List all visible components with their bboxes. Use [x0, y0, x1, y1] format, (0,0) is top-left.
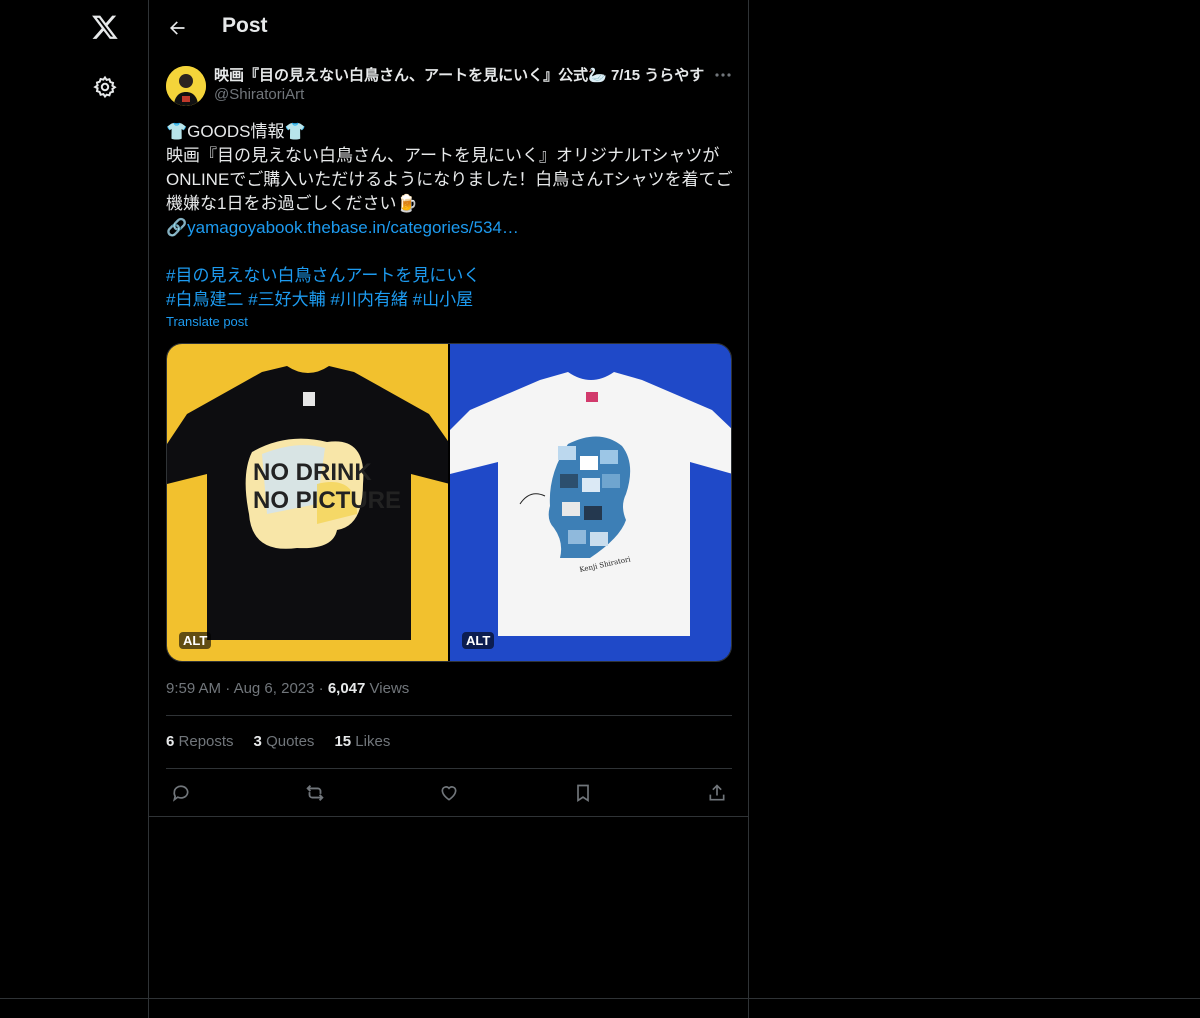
stat-count: 6 — [166, 733, 175, 750]
author-name[interactable]: 映画『目の見えない白鳥さん、アートを見にいく』公式🦢 7/15 うらやす — [214, 64, 704, 85]
hashtag[interactable]: #三好大輔 — [248, 290, 325, 309]
post-detail-column: Post 映画『目の見えない白鳥さん、アートを見にいく』公式🦢 7/15 うらや… — [149, 0, 749, 1018]
header: Post — [149, 0, 749, 56]
bookmark-button[interactable] — [570, 780, 596, 806]
post-text-line: 👕GOODS情報👕 — [166, 122, 306, 141]
stat-count: 3 — [253, 733, 262, 750]
alt-badge[interactable]: ALT — [462, 632, 495, 649]
left-rail — [0, 0, 149, 1018]
post-time[interactable]: 9:59 AM — [166, 680, 221, 697]
more-options-button[interactable] — [707, 64, 739, 86]
link-line: 🔗yamagoyabook.thebase.in/categories/534… — [166, 216, 732, 240]
author-handle[interactable]: @ShiratoriArt — [214, 86, 304, 103]
stat-count: 15 — [334, 733, 352, 750]
divider — [149, 816, 749, 817]
hashtag[interactable]: #山小屋 — [413, 290, 473, 309]
like-button[interactable] — [436, 780, 462, 806]
arrow-left-icon — [170, 21, 185, 35]
bottom-border — [0, 998, 1200, 999]
hashtag[interactable]: #白鳥建二 — [166, 290, 243, 309]
x-logo-icon[interactable] — [90, 12, 120, 42]
avatar[interactable] — [166, 66, 206, 106]
share-button[interactable] — [704, 780, 730, 806]
post-stats: 6 Reposts 3 Quotes 15 Likes — [166, 733, 390, 750]
media-image-white-shirt[interactable]: Kenji Shiratori ALT — [448, 344, 731, 661]
hashtag[interactable]: #目の見えない白鳥さんアートを見にいく — [166, 266, 480, 285]
post-text-line: ONLINEでご購入いただけるようになりました！白鳥さんTシャツを着てご — [166, 170, 733, 189]
post-date[interactable]: Aug 6, 2023 — [234, 680, 315, 697]
post-text: 👕GOODS情報👕 映画『目の見えない白鳥さん、アートを見にいく』オリジナルTシ… — [166, 120, 733, 312]
shirt-text: NO PICTURE — [253, 487, 401, 514]
hashtag[interactable]: #川内有緒 — [330, 290, 407, 309]
post-text-line: 機嫌な1日をお過ごしください🍺 — [166, 194, 418, 213]
stat-label: Quotes — [266, 733, 315, 750]
translate-post-link[interactable]: Translate post — [166, 314, 248, 329]
gear-icon[interactable] — [90, 72, 120, 102]
like-icon — [441, 786, 457, 801]
repost-icon — [306, 785, 324, 801]
divider — [166, 768, 732, 769]
back-button[interactable] — [161, 12, 193, 44]
post-link[interactable]: yamagoyabook.thebase.in/categories/534… — [187, 218, 519, 237]
likes-stat[interactable]: 15 Likes — [334, 733, 390, 750]
alt-badge[interactable]: ALT — [179, 632, 212, 649]
media-grid: NO DRINK NO PICTURE ALT Kenji Shiratori … — [166, 343, 732, 662]
meta-separator: · — [318, 680, 324, 697]
views-count: 6,047 — [327, 680, 366, 697]
hashtag-line: #白鳥建二 #三好大輔 #川内有緒 #山小屋 — [166, 288, 732, 312]
share-icon — [709, 784, 725, 801]
stat-label: Likes — [355, 733, 391, 750]
divider — [166, 715, 732, 716]
more-icon — [715, 73, 731, 77]
meta-separator: · — [225, 680, 231, 697]
reposts-stat[interactable]: 6 Reposts — [166, 733, 234, 750]
page-title: Post — [222, 14, 268, 37]
bookmark-icon — [577, 784, 589, 803]
stat-label: Reposts — [178, 733, 234, 750]
shirt-text: NO DRINK — [253, 459, 372, 486]
post-meta: 9:59 AM · Aug 6, 2023 · 6,047 Views — [166, 680, 409, 697]
link-emoji: 🔗 — [166, 218, 188, 237]
quotes-stat[interactable]: 3 Quotes — [254, 733, 315, 750]
repost-button[interactable] — [302, 780, 328, 806]
action-bar — [166, 780, 732, 806]
views-label: Views — [369, 680, 410, 697]
reply-icon — [172, 785, 189, 802]
hashtag-line: #目の見えない白鳥さんアートを見にいく — [166, 264, 732, 288]
reply-button[interactable] — [168, 780, 194, 806]
post-text-line: 映画『目の見えない白鳥さん、アートを見にいく』オリジナルTシャツが — [166, 146, 720, 165]
media-image-black-shirt[interactable]: NO DRINK NO PICTURE ALT — [167, 344, 448, 661]
